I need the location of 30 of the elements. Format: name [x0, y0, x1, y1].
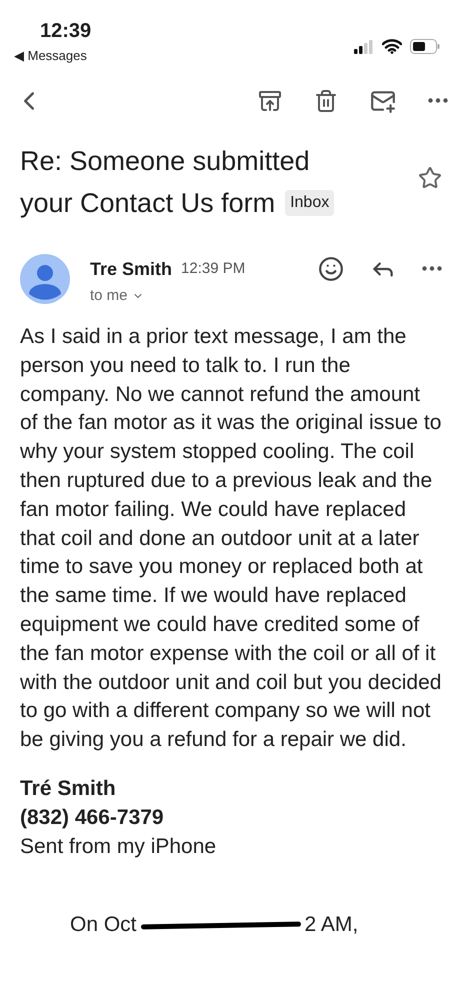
signal-icon	[354, 40, 374, 54]
wifi-icon	[382, 39, 402, 54]
star-button[interactable]	[418, 166, 442, 190]
inbox-label[interactable]: Inbox	[285, 190, 334, 216]
signature-line: (832) 466-7379	[20, 804, 165, 831]
delete-button[interactable]	[314, 88, 338, 112]
sent-from-line: Sent from my iPhone	[20, 834, 218, 860]
star-icon	[418, 166, 442, 190]
message-more-button[interactable]	[422, 266, 442, 271]
battery-icon	[410, 39, 440, 54]
signature-line: Tré Smith	[20, 776, 117, 802]
back-to-app-link[interactable]: ◀ Messages	[14, 46, 87, 66]
archive-button[interactable]	[258, 88, 282, 112]
quote-header: 2 AM,	[304, 912, 358, 938]
more-icon	[422, 266, 442, 271]
message-time: 12:39 PM	[181, 258, 246, 279]
message-body: As I said in a prior text message, I am the person you need to talk to. I run the company. No we cannot refund the amount of the fan motor as it was the original issue to why your system stopped cooling. The coil then ruptured due to a previous leak and the fan motor failing. We could have replaced that coil and done an outdoor unit at a later time to save you money or replaced both at the same time. If we would have replaced equipment we could have credited some of the fan motor expense with the coil or all of it with the outdoor unit and coil but you decided to go with a different company so we will not be giving you a refund for a repair we did.	[19, 324, 442, 754]
email-subject: your Contact Us form	[20, 186, 276, 220]
sender-name: Tre Smith	[90, 258, 172, 280]
avatar-icon	[20, 254, 70, 304]
quote-header: On Oct	[70, 912, 137, 938]
recipient-details[interactable]: to me	[90, 284, 318, 307]
trash-icon	[314, 88, 338, 112]
status-time: 12:39	[40, 19, 92, 44]
more-icon	[428, 98, 448, 103]
archive-icon	[258, 88, 282, 112]
smiley-icon	[318, 256, 344, 282]
email-subject: Re: Someone submitted	[20, 144, 311, 178]
more-button[interactable]	[428, 98, 448, 103]
react-button[interactable]	[318, 256, 344, 282]
